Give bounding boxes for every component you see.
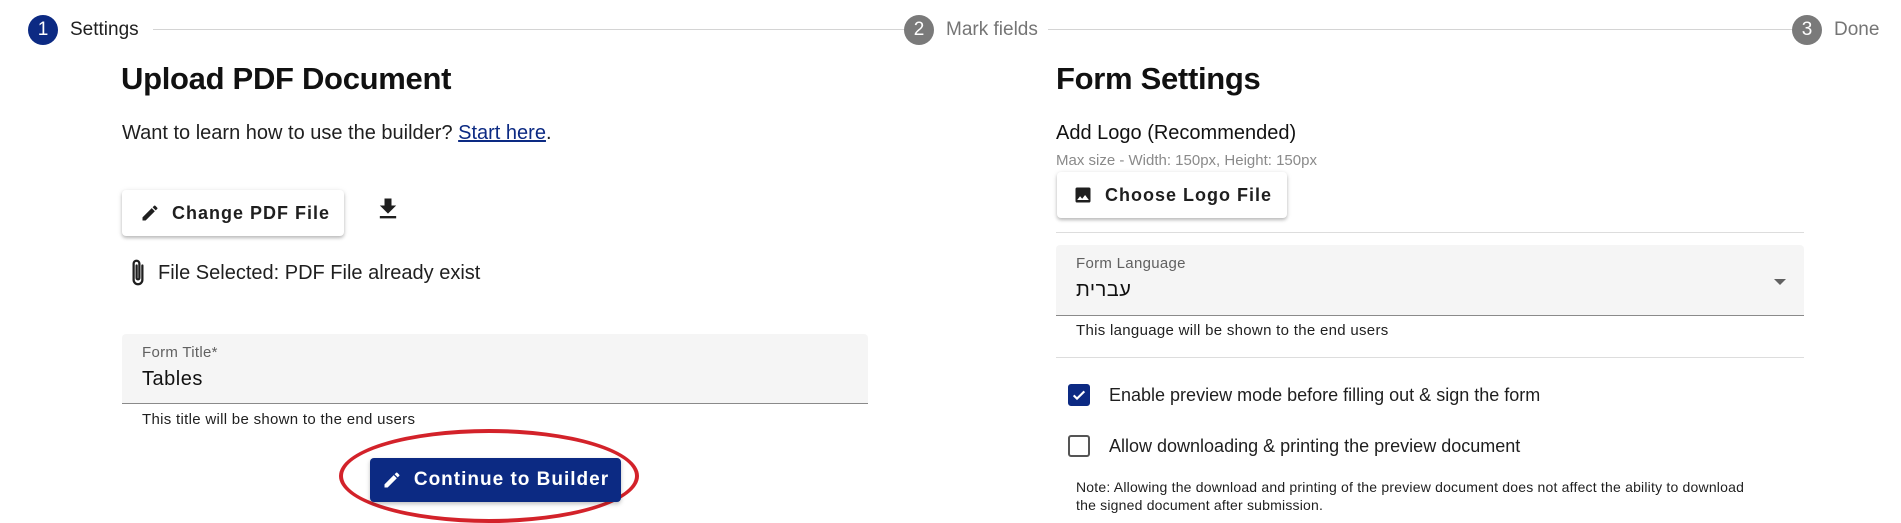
image-icon bbox=[1073, 185, 1093, 205]
step-label: Settings bbox=[70, 19, 139, 40]
step-number: 2 bbox=[904, 15, 934, 45]
change-pdf-button[interactable]: Change PDF File bbox=[122, 190, 344, 236]
pencil-icon bbox=[140, 203, 160, 223]
form-language-label: Form Language bbox=[1076, 255, 1186, 272]
file-selected-status: File Selected: PDF File already exist bbox=[128, 258, 480, 288]
preview-mode-checkbox[interactable] bbox=[1068, 384, 1090, 406]
form-language-value: עברית bbox=[1076, 279, 1132, 301]
checkmark-icon bbox=[1072, 390, 1086, 401]
step-label: Done bbox=[1834, 19, 1880, 40]
download-icon[interactable] bbox=[374, 195, 402, 228]
form-language-select[interactable]: Form Language עברית bbox=[1056, 245, 1804, 316]
divider bbox=[1056, 357, 1804, 358]
add-logo-label: Add Logo (Recommended) bbox=[1056, 122, 1297, 144]
file-selected-text: File Selected: PDF File already exist bbox=[158, 261, 481, 284]
max-size-hint: Max size - Width: 150px, Height: 150px bbox=[1056, 152, 1317, 169]
allow-download-checkbox[interactable] bbox=[1068, 435, 1090, 457]
step-mark-fields[interactable]: 2 Mark fields bbox=[904, 14, 1038, 46]
step-settings[interactable]: 1 Settings bbox=[28, 14, 139, 46]
form-title-input[interactable]: Tables bbox=[142, 368, 203, 391]
form-title-field[interactable]: Form Title* Tables bbox=[122, 334, 868, 404]
learn-suffix: . bbox=[545, 122, 552, 144]
stepper: 1 Settings 2 Mark fields 3 Done bbox=[28, 14, 1879, 46]
learn-text: Want to learn how to use the builder? St… bbox=[122, 122, 552, 145]
form-title-label: Form Title* bbox=[142, 344, 218, 361]
form-title-helper: This title will be shown to the end user… bbox=[142, 411, 416, 428]
learn-prefix: Want to learn how to use the builder? bbox=[122, 122, 459, 144]
step-connector bbox=[153, 29, 908, 30]
continue-to-builder-button[interactable]: Continue to Builder bbox=[370, 458, 621, 502]
choose-logo-button[interactable]: Choose Logo File bbox=[1057, 172, 1287, 218]
continue-button-label: Continue to Builder bbox=[413, 469, 610, 490]
form-language-helper: This language will be shown to the end u… bbox=[1076, 322, 1389, 339]
allow-download-label: Allow downloading & printing the preview… bbox=[1109, 435, 1521, 456]
dropdown-arrow-icon[interactable] bbox=[1774, 279, 1786, 285]
preview-mode-label: Enable preview mode before filling out &… bbox=[1109, 384, 1541, 405]
choose-logo-button-label: Choose Logo File bbox=[1105, 184, 1272, 205]
preview-note: Note: Allowing the download and printing… bbox=[1076, 479, 1745, 513]
step-connector bbox=[1048, 29, 1793, 30]
step-label: Mark fields bbox=[946, 19, 1038, 40]
start-here-link[interactable]: Start here bbox=[458, 122, 546, 144]
allow-download-option[interactable]: Allow downloading & printing the preview… bbox=[1068, 435, 1520, 457]
step-number: 1 bbox=[28, 15, 58, 45]
divider bbox=[1056, 232, 1804, 233]
paperclip-icon bbox=[128, 258, 148, 288]
settings-section-title: Form Settings bbox=[1056, 61, 1261, 96]
preview-mode-option[interactable]: Enable preview mode before filling out &… bbox=[1068, 384, 1540, 406]
step-done[interactable]: 3 Done bbox=[1792, 14, 1879, 46]
pencil-icon bbox=[382, 470, 402, 490]
change-pdf-button-label: Change PDF File bbox=[172, 202, 331, 223]
step-number: 3 bbox=[1792, 15, 1822, 45]
upload-section-title: Upload PDF Document bbox=[121, 61, 452, 96]
